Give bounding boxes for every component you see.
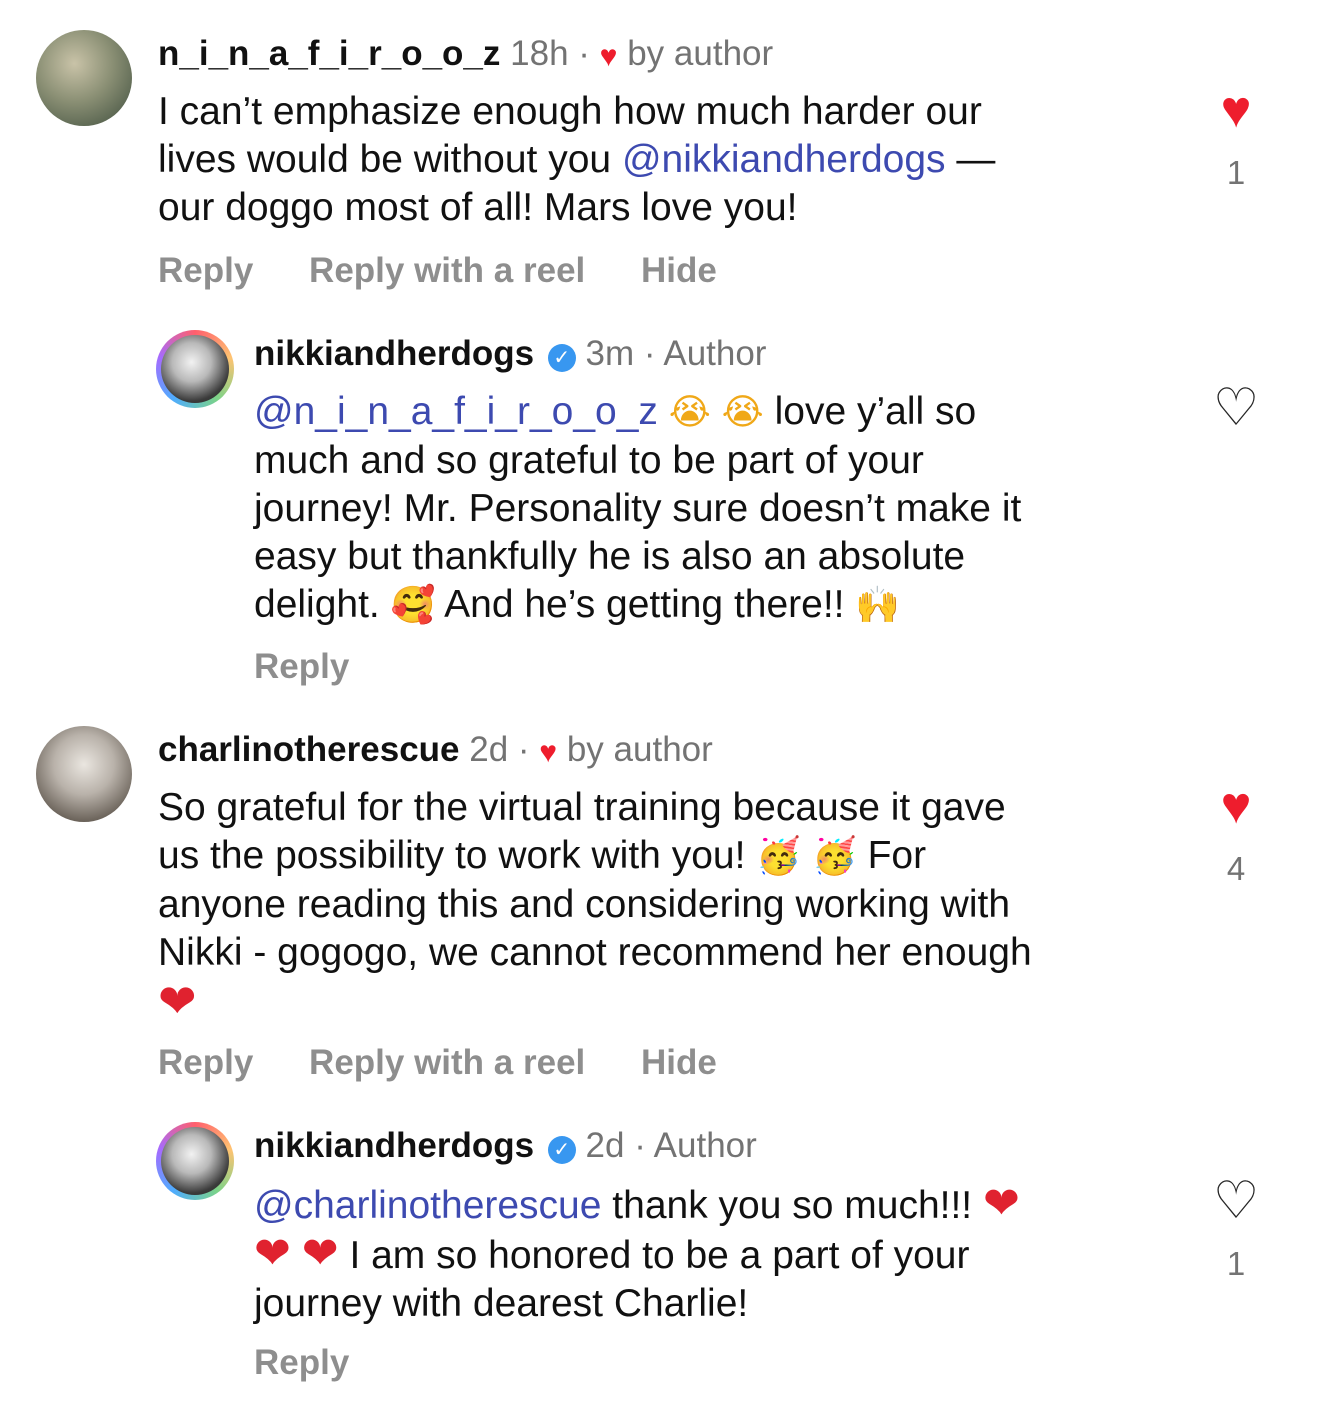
comment-item: n_i_n_a_f_i_r_o_o_z 18h · ♥ by author I … (0, 0, 1319, 310)
timestamp: 2d (469, 730, 509, 769)
comment-line: @n_i_n_a_f_i_r_o_o_z 😭 😭 love y’all so (254, 390, 977, 433)
like-count: 1 (1226, 154, 1246, 191)
username[interactable]: nikkiandherdogs (254, 334, 534, 373)
comment-line: journey! Mr. Personality sure doesn’t ma… (254, 487, 1022, 530)
username[interactable]: n_i_n_a_f_i_r_o_o_z (158, 34, 500, 73)
author-liked-heart-icon: ♥ (539, 736, 558, 769)
crying-face-emoji: 😭 (668, 392, 711, 433)
timestamp: 18h (510, 34, 569, 73)
red-heart-emoji: ❤ (158, 974, 197, 1028)
liked-by-author-label: by author (566, 730, 713, 769)
crying-face-emoji: 😭 (721, 392, 764, 433)
author-liked-heart-icon: ♥ (599, 40, 618, 73)
verified-badge-icon: ✓ (547, 1136, 576, 1164)
comment-line: So grateful for the virtual training bec… (158, 786, 1006, 829)
comment-actions: Reply Reply with a reel Hide (158, 249, 763, 293)
comment-line: @charlinotherescue thank you so much!!! … (254, 1178, 1020, 1229)
like-control: ♥ 4 (1206, 780, 1266, 888)
comment-line: much and so grateful to be part of your (254, 439, 924, 482)
avatar[interactable] (36, 726, 132, 822)
comment-actions: Reply Reply with a reel Hide (158, 1041, 763, 1085)
comment-line: lives would be without you @nikkiandherd… (158, 138, 996, 181)
author-label: Author (653, 1126, 757, 1165)
avatar[interactable] (36, 30, 132, 126)
reply-item: nikkiandherdogs ✓ 2d · Author @charlinot… (0, 1105, 1319, 1420)
comment-line: I can’t emphasize enough how much harder… (158, 90, 982, 133)
comment-line: ❤ (158, 977, 1032, 1029)
reply-button[interactable]: Reply (158, 251, 253, 290)
like-control: ♡ 1 (1206, 1175, 1266, 1283)
partying-face-emoji: 🥳 (756, 836, 802, 877)
smiling-face-with-hearts-emoji: 🥰 (390, 585, 436, 626)
avatar[interactable] (156, 1122, 234, 1200)
mention-link[interactable]: @n_i_n_a_f_i_r_o_o_z (254, 390, 658, 433)
comment-text: I can’t emphasize enough how much harder… (158, 88, 995, 232)
like-control: ♡ (1206, 382, 1266, 434)
hide-button[interactable]: Hide (641, 1043, 717, 1082)
hide-button[interactable]: Hide (641, 251, 717, 290)
reply-button[interactable]: Reply (254, 647, 349, 686)
comment-item: charlinotherescue 2d · ♥ by author So gr… (0, 710, 1319, 1105)
reply-button[interactable]: Reply (158, 1043, 253, 1082)
like-count: 1 (1226, 1245, 1246, 1282)
like-count: 4 (1226, 850, 1246, 887)
comment-line: anyone reading this and considering work… (158, 883, 1011, 926)
mention-link[interactable]: @charlinotherescue (254, 1184, 601, 1227)
heart-filled-icon[interactable]: ♥ (1206, 780, 1266, 832)
username[interactable]: nikkiandherdogs (254, 1126, 534, 1165)
reply-item: nikkiandherdogs ✓ 3m · Author @n_i_n_a_f… (0, 310, 1319, 710)
separator-dot: · (578, 34, 590, 73)
comment-text: @charlinotherescue thank you so much!!! … (254, 1180, 1020, 1328)
comment-header: nikkiandherdogs ✓ 3m · Author (254, 332, 766, 376)
separator-dot: · (634, 1126, 646, 1165)
comment-header: nikkiandherdogs ✓ 2d · Author (254, 1124, 757, 1168)
partying-face-emoji: 🥳 (811, 836, 857, 877)
red-heart-emoji: ❤ (254, 1228, 291, 1279)
comment-header: n_i_n_a_f_i_r_o_o_z 18h · ♥ by author (158, 32, 773, 79)
mention-link[interactable]: @nikkiandherdogs (622, 138, 946, 181)
comment-line: ❤ ❤ I am so honored to be a part of your (254, 1228, 970, 1279)
comment-text: @n_i_n_a_f_i_r_o_o_z 😭 😭 love y’all so m… (254, 388, 1021, 630)
reply-button[interactable]: Reply (254, 1343, 349, 1382)
comment-text: So grateful for the virtual training bec… (158, 784, 1032, 1029)
author-label: Author (663, 334, 767, 373)
like-control: ♥ 1 (1206, 84, 1266, 192)
liked-by-author-label: by author (627, 34, 774, 73)
separator-dot: · (643, 334, 656, 373)
reply-with-reel-button[interactable]: Reply with a reel (309, 1043, 585, 1082)
comment-header: charlinotherescue 2d · ♥ by author (158, 728, 713, 775)
comment-line: journey with dearest Charlie! (254, 1282, 749, 1325)
comment-line: our doggo most of all! Mars love you! (158, 186, 798, 229)
comment-line: Nikki - gogogo, we cannot recommend her … (158, 931, 1032, 974)
comment-actions: Reply (254, 1341, 395, 1385)
heart-filled-icon[interactable]: ♥ (1206, 84, 1266, 136)
heart-outline-icon[interactable]: ♡ (1206, 382, 1266, 434)
red-heart-emoji: ❤ (983, 1178, 1020, 1229)
verified-badge-icon: ✓ (547, 344, 576, 372)
avatar[interactable] (156, 330, 234, 408)
timestamp: 3m (585, 334, 635, 373)
reply-with-reel-button[interactable]: Reply with a reel (309, 251, 585, 290)
comment-line: us the possibility to work with you! 🥳 🥳… (158, 834, 927, 877)
red-heart-emoji: ❤ (301, 1228, 339, 1279)
comment-line: easy but thankfully he is also an absolu… (254, 535, 966, 578)
comment-actions: Reply (254, 645, 395, 689)
username[interactable]: charlinotherescue (158, 730, 460, 769)
timestamp: 2d (585, 1126, 625, 1165)
heart-outline-icon[interactable]: ♡ (1206, 1175, 1266, 1227)
comment-line: delight. 🥰 And he’s getting there!! 🙌 (254, 583, 901, 626)
raised-hands-emoji: 🙌 (855, 585, 901, 626)
separator-dot: · (517, 730, 530, 769)
